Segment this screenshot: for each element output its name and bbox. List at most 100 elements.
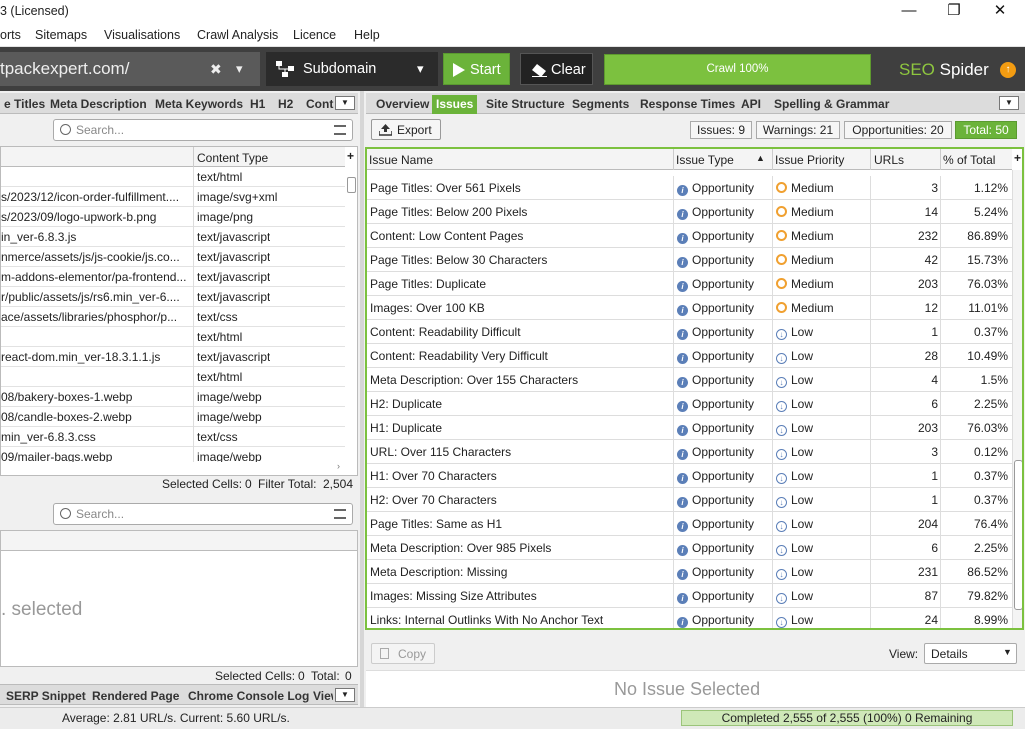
table-row[interactable]: Images: Over 100 KB i Opportunity Medium 12 1…: [367, 296, 1012, 320]
table-row[interactable]: text/html: [1, 367, 345, 387]
tab-overview[interactable]: Overview: [372, 95, 433, 114]
tab-site-structure[interactable]: Site Structure: [482, 95, 569, 114]
add-column-icon[interactable]: +: [1014, 151, 1021, 165]
menu-item-crawl-analysis[interactable]: Crawl Analysis: [197, 28, 278, 42]
url-input[interactable]: tpackexpert.com/ ✖ ▾: [0, 52, 260, 86]
table-row[interactable]: s/2023/12/icon-order-fulfillment.... imag…: [1, 187, 345, 207]
menu-item-visualisations[interactable]: Visualisations: [104, 28, 180, 42]
view-select[interactable]: Details ▼: [924, 643, 1017, 664]
menu-item-sitemaps[interactable]: Sitemaps: [35, 28, 87, 42]
table-row[interactable]: text/html: [1, 167, 345, 187]
table-row[interactable]: URL: Over 115 Characters i Opportunity ↓ Low…: [367, 440, 1012, 464]
filter-icon[interactable]: [334, 509, 346, 519]
tab-api[interactable]: API: [737, 95, 765, 114]
filter-total-value: 2,504: [323, 477, 354, 491]
detail-search-input[interactable]: Search...: [53, 503, 353, 525]
tab-rendered-page[interactable]: Rendered Page: [88, 687, 183, 706]
table-row[interactable]: s/2023/09/logo-upwork-b.png image/png: [1, 207, 345, 227]
table-row[interactable]: Page Titles: Over 561 Pixels i Opportunity…: [367, 176, 1012, 200]
minimize-icon[interactable]: —: [886, 0, 932, 24]
content-type-header[interactable]: Content Type: [197, 151, 268, 165]
clear-button[interactable]: Clear: [520, 53, 593, 85]
tab-overflow-dropdown[interactable]: ▼: [335, 96, 355, 110]
table-row[interactable]: Page Titles: Same as H1 i Opportunity ↓ Low 2…: [367, 512, 1012, 536]
table-row[interactable]: in_ver-6.8.3.js text/javascript: [1, 227, 345, 247]
urls-header[interactable]: URLs: [874, 153, 904, 167]
table-row[interactable]: H2: Duplicate i Opportunity ↓ Low 6 2.25%: [367, 392, 1012, 416]
table-row[interactable]: min_ver-6.8.3.css text/css: [1, 427, 345, 447]
table-row[interactable]: H2: Over 70 Characters i Opportunity ↓ Low 1 0…: [367, 488, 1012, 512]
vertical-scrollbar[interactable]: [1012, 170, 1022, 628]
tab-view-source[interactable]: View: [309, 687, 333, 706]
tab-h1[interactable]: H1: [246, 95, 269, 114]
issue-type-header[interactable]: Issue Type: [676, 153, 734, 167]
table-row[interactable]: 08/bakery-boxes-1.webp image/webp: [1, 387, 345, 407]
tab-response-times[interactable]: Response Times: [636, 95, 739, 114]
pane-splitter[interactable]: [360, 91, 364, 707]
tab-content[interactable]: Cont: [302, 95, 337, 114]
start-button[interactable]: Start: [443, 53, 510, 85]
tab-meta-keywords[interactable]: Meta Keywords: [151, 95, 247, 114]
table-row[interactable]: m-addons-elementor/pa-frontend... text/ja…: [1, 267, 345, 287]
menu-item-licence[interactable]: Licence: [293, 28, 336, 42]
table-row[interactable]: text/html: [1, 327, 345, 347]
vertical-scrollbar[interactable]: [347, 177, 356, 193]
table-row[interactable]: Meta Description: Over 985 Pixels i Opport…: [367, 536, 1012, 560]
table-row[interactable]: nmerce/assets/js/js-cookie/js.co... text/…: [1, 247, 345, 267]
warnings-count-badge[interactable]: Warnings: 21: [756, 121, 840, 139]
maximize-icon[interactable]: ❐: [931, 0, 977, 24]
crawl-completed-status: Completed 2,555 of 2,555 (100%) 0 Remain…: [681, 710, 1013, 726]
table-row[interactable]: Meta Description: Over 155 Characters i Op…: [367, 368, 1012, 392]
table-row[interactable]: Content: Readability Very Difficult i Oppo…: [367, 344, 1012, 368]
table-row[interactable]: Page Titles: Duplicate i Opportunity Medium…: [367, 272, 1012, 296]
issue-priority-header[interactable]: Issue Priority: [775, 153, 844, 167]
tab-spelling-grammar[interactable]: Spelling & Grammar: [770, 95, 893, 114]
total-count-badge[interactable]: Total: 50: [955, 121, 1017, 139]
table-row[interactable]: ace/assets/libraries/phosphor/p... text/c…: [1, 307, 345, 327]
left-grid-body: text/html s/2023/12/icon-order-fulfillmen…: [1, 167, 345, 462]
table-row[interactable]: Content: Low Content Pages i Opportunity Me…: [367, 224, 1012, 248]
url-dropdown-icon[interactable]: ▾: [236, 52, 243, 86]
scroll-right-icon[interactable]: ›: [337, 461, 340, 471]
search-input[interactable]: Search...: [53, 119, 353, 141]
table-row[interactable]: Content: Readability Difficult i Opportuni…: [367, 320, 1012, 344]
tab-h2[interactable]: H2: [274, 95, 297, 114]
issue-name-header[interactable]: Issue Name: [369, 153, 433, 167]
crawl-mode-select[interactable]: Subdomain ▾: [266, 52, 438, 86]
tab-page-titles[interactable]: e Titles: [0, 95, 49, 114]
table-row[interactable]: react-dom.min_ver-18.3.1.1.js text/javasc…: [1, 347, 345, 367]
update-icon[interactable]: ↑: [1000, 62, 1016, 78]
table-row[interactable]: Page Titles: Below 200 Pixels i Opportunit…: [367, 200, 1012, 224]
issues-count-badge[interactable]: Issues: 9: [690, 121, 752, 139]
tab-overflow-dropdown[interactable]: ▼: [999, 96, 1019, 110]
table-row[interactable]: 09/mailer-bags.webp image/webp: [1, 447, 345, 462]
subdomain-icon: [276, 61, 294, 77]
tab-segments[interactable]: Segments: [568, 95, 633, 114]
copy-button[interactable]: Copy: [371, 643, 435, 664]
table-row[interactable]: Images: Missing Size Attributes i Opportun…: [367, 584, 1012, 608]
add-column-icon[interactable]: +: [347, 149, 354, 163]
tab-chrome-console-log[interactable]: Chrome Console Log: [184, 687, 313, 706]
clear-url-icon[interactable]: ✖: [210, 52, 222, 86]
table-row[interactable]: Links: Internal Outlinks With No Anchor …: [367, 608, 1012, 628]
menu-item-help[interactable]: Help: [354, 28, 380, 42]
table-row[interactable]: 08/candle-boxes-2.webp image/webp: [1, 407, 345, 427]
sort-ascending-icon[interactable]: ▲: [756, 153, 765, 163]
table-row[interactable]: r/public/assets/js/rs6.min_ver-6.... text…: [1, 287, 345, 307]
menu-item-reports[interactable]: orts: [0, 28, 21, 42]
filter-icon[interactable]: [334, 125, 346, 135]
export-button[interactable]: Export: [371, 119, 441, 140]
column-divider: [673, 512, 674, 536]
opportunities-count-badge[interactable]: Opportunities: 20: [844, 121, 952, 139]
close-icon[interactable]: ✕: [977, 0, 1023, 24]
table-row[interactable]: H1: Duplicate i Opportunity ↓ Low 203 76.03%: [367, 416, 1012, 440]
scrollbar-thumb[interactable]: [1014, 460, 1022, 610]
table-row[interactable]: Page Titles: Below 30 Characters i Opportu…: [367, 248, 1012, 272]
tab-meta-description[interactable]: Meta Description: [46, 95, 151, 114]
tab-issues[interactable]: Issues: [432, 95, 478, 114]
percent-total-header[interactable]: % of Total: [943, 153, 995, 167]
table-row[interactable]: H1: Over 70 Characters i Opportunity ↓ Low 1 0…: [367, 464, 1012, 488]
tab-serp-snippet[interactable]: SERP Snippet: [2, 687, 90, 706]
table-row[interactable]: Meta Description: Missing i Opportunity ↓ Lo…: [367, 560, 1012, 584]
tab-overflow-dropdown[interactable]: ▼: [335, 688, 355, 702]
